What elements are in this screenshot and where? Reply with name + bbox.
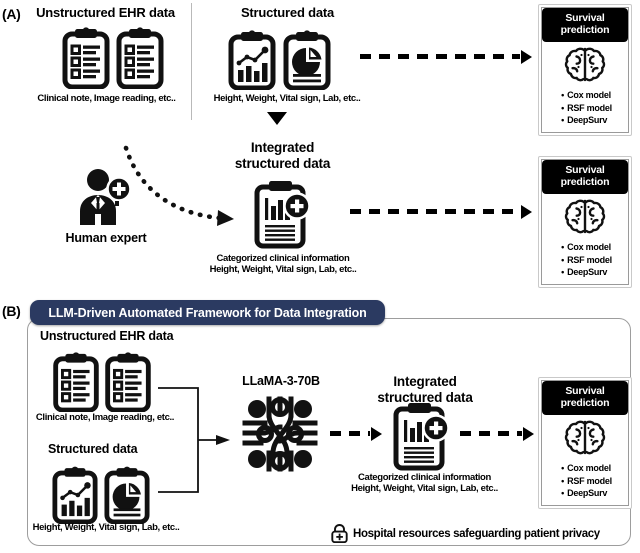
brain-icon [562, 46, 608, 86]
list-item: • Cox model [558, 241, 612, 254]
integrated-caption-line2: Height, Weight, Vital sign, Lab, etc.. [351, 483, 498, 495]
integrated-caption-line1: Categorized clinical information [358, 472, 491, 483]
integrated-title-line1: Integrated [250, 140, 315, 155]
panel-b-integrated-caption: Categorized clinical information Height,… [337, 472, 512, 494]
model-name: Cox model [567, 89, 611, 100]
model-name: RSF model [567, 102, 612, 113]
survival-header-line2: prediction [560, 176, 610, 189]
survival-prediction-header: Survival prediction [542, 8, 628, 42]
clipboard-checklist-icon [104, 352, 152, 412]
survival-prediction-card-b: Survival prediction • Cox model • RSF mo… [538, 377, 632, 510]
clipboard-pie-chart-icon [283, 30, 331, 90]
clipboard-pie-chart-icon [104, 466, 150, 524]
privacy-note: Hospital resources safeguarding patient … [331, 524, 600, 543]
brain-icon [562, 419, 608, 459]
panel-a-structured-caption: Height, Weight, Vital sign, Lab, etc.. [213, 93, 361, 104]
dashed-arrow-to-survival-mid [350, 204, 532, 219]
dotted-curved-arrow-expert-to-integrated [120, 140, 242, 230]
figure-root: (A) Unstructured EHR data Clinical note,… [0, 0, 640, 553]
model-name: DeepSurv [567, 115, 608, 126]
panel-b-structured-title: Structured data [48, 442, 138, 456]
bullet-icon: • [561, 241, 565, 252]
merge-connector-lines [158, 385, 238, 495]
privacy-text: Hospital resources safeguarding patient … [353, 527, 600, 540]
dashed-arrow-to-survival-b [460, 426, 534, 441]
panel-a-label: (A) [2, 6, 21, 22]
bullet-icon: • [561, 462, 565, 473]
list-item: • Cox model [558, 462, 612, 475]
survival-model-list: • Cox model • RSF model • DeepSurv [558, 241, 612, 279]
list-item: • DeepSurv [558, 266, 612, 279]
survival-header-line2: prediction [560, 397, 610, 410]
survival-header-line1: Survival [565, 385, 605, 397]
down-arrow-icon [267, 112, 287, 125]
model-name: DeepSurv [567, 267, 608, 278]
clipboard-bar-chart-icon [228, 30, 276, 90]
model-name: Cox model [567, 462, 611, 473]
clipboard-chart-plus-icon [252, 178, 314, 250]
panel-a-structured-title: Structured data [240, 5, 335, 20]
clipboard-checklist-icon [116, 27, 164, 89]
panel-b-banner-title: LLM-Driven Automated Framework for Data … [48, 305, 367, 320]
model-name: Cox model [567, 241, 611, 252]
list-item: • Cox model [558, 89, 612, 102]
list-item: • DeepSurv [558, 114, 612, 127]
bullet-icon: • [561, 267, 565, 278]
survival-prediction-header: Survival prediction [542, 381, 628, 415]
integrated-title-line1: Integrated [393, 374, 457, 389]
survival-header-line1: Survival [565, 12, 605, 24]
llm-label: LLaMA-3-70B [242, 374, 320, 388]
survival-header-line2: prediction [560, 24, 610, 37]
bullet-icon: • [561, 254, 565, 265]
panel-b-label: (B) [2, 303, 21, 319]
list-item: • RSF model [558, 102, 612, 115]
list-item: • RSF model [558, 475, 612, 488]
clipboard-chart-plus-icon [391, 400, 453, 472]
bullet-icon: • [561, 115, 565, 126]
dashed-arrow-llm-to-integrated [330, 426, 382, 441]
panel-b-structured-caption: Height, Weight, Vital sign, Lab, etc.. [32, 522, 180, 533]
integrated-caption-line2: Height, Weight, Vital sign, Lab, etc.. [209, 264, 357, 276]
survival-prediction-header: Survival prediction [542, 160, 628, 194]
clipboard-bar-chart-icon [52, 466, 98, 524]
survival-header-line1: Survival [565, 164, 605, 176]
list-item: • DeepSurv [558, 487, 612, 500]
integrated-caption-line1: Categorized clinical information [216, 253, 350, 264]
panel-a-unstructured-title: Unstructured EHR data [36, 5, 175, 20]
model-name: RSF model [567, 254, 612, 265]
panel-a-integrated-caption: Categorized clinical information Height,… [198, 253, 368, 275]
dashed-arrow-to-survival-top [360, 49, 532, 64]
bullet-icon: • [561, 475, 565, 486]
panel-b-banner: LLM-Driven Automated Framework for Data … [30, 300, 385, 325]
panel-b-unstructured-title: Unstructured EHR data [40, 329, 174, 343]
human-expert-label: Human expert [65, 231, 147, 245]
circuit-chip-icon [239, 393, 321, 475]
panel-a-unstructured-caption: Clinical note, Image reading, etc.. [37, 93, 176, 104]
bullet-icon: • [561, 488, 565, 499]
list-item: • RSF model [558, 254, 612, 267]
lock-plus-icon [331, 524, 348, 543]
survival-model-list: • Cox model • RSF model • DeepSurv [558, 462, 612, 500]
survival-model-list: • Cox model • RSF model • DeepSurv [558, 89, 612, 127]
bullet-icon: • [561, 89, 565, 100]
brain-icon [562, 198, 608, 238]
bullet-icon: • [561, 102, 565, 113]
survival-prediction-card-mid: Survival prediction • Cox model • RSF mo… [538, 156, 632, 289]
model-name: DeepSurv [567, 488, 608, 499]
integrated-title-line2: structured data [234, 155, 331, 171]
model-name: RSF model [567, 475, 612, 486]
clipboard-checklist-icon [52, 352, 100, 412]
clipboard-checklist-icon [62, 27, 110, 89]
survival-prediction-card-top: Survival prediction • Cox model • RSF mo… [538, 4, 632, 137]
